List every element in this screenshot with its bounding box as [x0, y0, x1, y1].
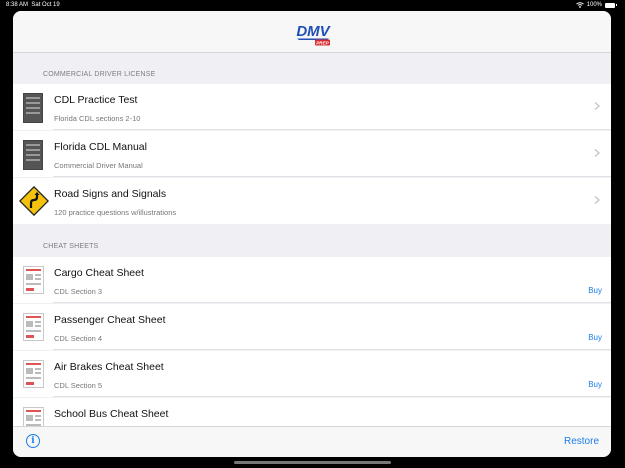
section-header-label: COMMERCIAL DRIVER LICENSE: [43, 71, 156, 78]
app-window: DMV PREP COMMERCIAL DRIVER LICENSE CDL P…: [13, 11, 611, 457]
status-indicators: 100%: [575, 2, 617, 8]
list-item-air-brakes-cheat-sheet[interactable]: Air Brakes Cheat Sheet CDL Section 5 Buy: [13, 351, 611, 397]
list-item-passenger-cheat-sheet[interactable]: Passenger Cheat Sheet CDL Section 4 Buy: [13, 304, 611, 350]
cheat-sheet-thumbnail-icon: [23, 313, 44, 341]
home-indicator: [234, 461, 391, 464]
wifi-icon: [575, 2, 584, 8]
chevron-right-icon: [594, 102, 600, 110]
buy-button[interactable]: Buy: [588, 286, 602, 295]
status-bar: 8:38 AM Sat Oct 19 100%: [0, 0, 625, 11]
road-sign-icon: [19, 186, 49, 216]
item-title: School Bus Cheat Sheet: [54, 408, 169, 420]
item-subtitle: CDL Section 3: [54, 287, 103, 296]
item-title: Road Signs and Signals: [54, 188, 167, 200]
section-header-license: COMMERCIAL DRIVER LICENSE: [13, 53, 611, 83]
status-time: 8:38 AM: [6, 2, 29, 8]
list-item-florida-cdl-manual[interactable]: Florida CDL Manual Commercial Driver Man…: [13, 131, 611, 177]
manual-thumbnail-icon: [23, 140, 43, 170]
info-icon[interactable]: i: [26, 434, 40, 448]
dmv-prep-logo: DMV PREP: [296, 23, 332, 46]
item-title: Cargo Cheat Sheet: [54, 267, 144, 279]
item-subtitle: Commercial Driver Manual: [54, 161, 143, 170]
item-title: CDL Practice Test: [54, 94, 138, 106]
cheat-sheet-thumbnail-icon: [23, 266, 44, 294]
buy-button[interactable]: Buy: [588, 380, 602, 389]
status-date: Sat Oct 19: [31, 2, 60, 8]
navigation-bar: DMV PREP: [13, 11, 611, 53]
section-header-cheat-sheets: CHEAT SHEETS: [13, 225, 611, 255]
item-subtitle: 120 practice questions w/illustrations: [54, 208, 177, 217]
item-title: Florida CDL Manual: [54, 141, 147, 153]
chevron-right-icon: [594, 196, 600, 204]
battery-icon: [605, 2, 617, 8]
bottom-toolbar: i Restore: [13, 426, 611, 457]
item-title: Passenger Cheat Sheet: [54, 314, 166, 326]
item-subtitle: CDL Section 4: [54, 334, 103, 343]
logo-badge: PREP: [316, 40, 329, 45]
restore-button[interactable]: Restore: [564, 436, 599, 447]
item-subtitle: CDL Section 5: [54, 381, 103, 390]
buy-button[interactable]: Buy: [588, 333, 602, 342]
logo-text: DMV: [296, 23, 331, 40]
status-time-date: 8:38 AM Sat Oct 19: [6, 2, 60, 8]
manual-thumbnail-icon: [23, 93, 43, 123]
cheat-sheet-thumbnail-icon: [23, 360, 44, 388]
list-item-cdl-practice-test[interactable]: CDL Practice Test Florida CDL sections 2…: [13, 84, 611, 130]
section-header-label: CHEAT SHEETS: [43, 243, 99, 250]
chevron-right-icon: [594, 149, 600, 157]
list-item-cargo-cheat-sheet[interactable]: Cargo Cheat Sheet CDL Section 3 Buy: [13, 257, 611, 303]
item-subtitle: Florida CDL sections 2-10: [54, 114, 141, 123]
battery-percent: 100%: [586, 2, 602, 8]
item-title: Air Brakes Cheat Sheet: [54, 361, 164, 373]
list-item-road-signs[interactable]: Road Signs and Signals 120 practice ques…: [13, 178, 611, 224]
